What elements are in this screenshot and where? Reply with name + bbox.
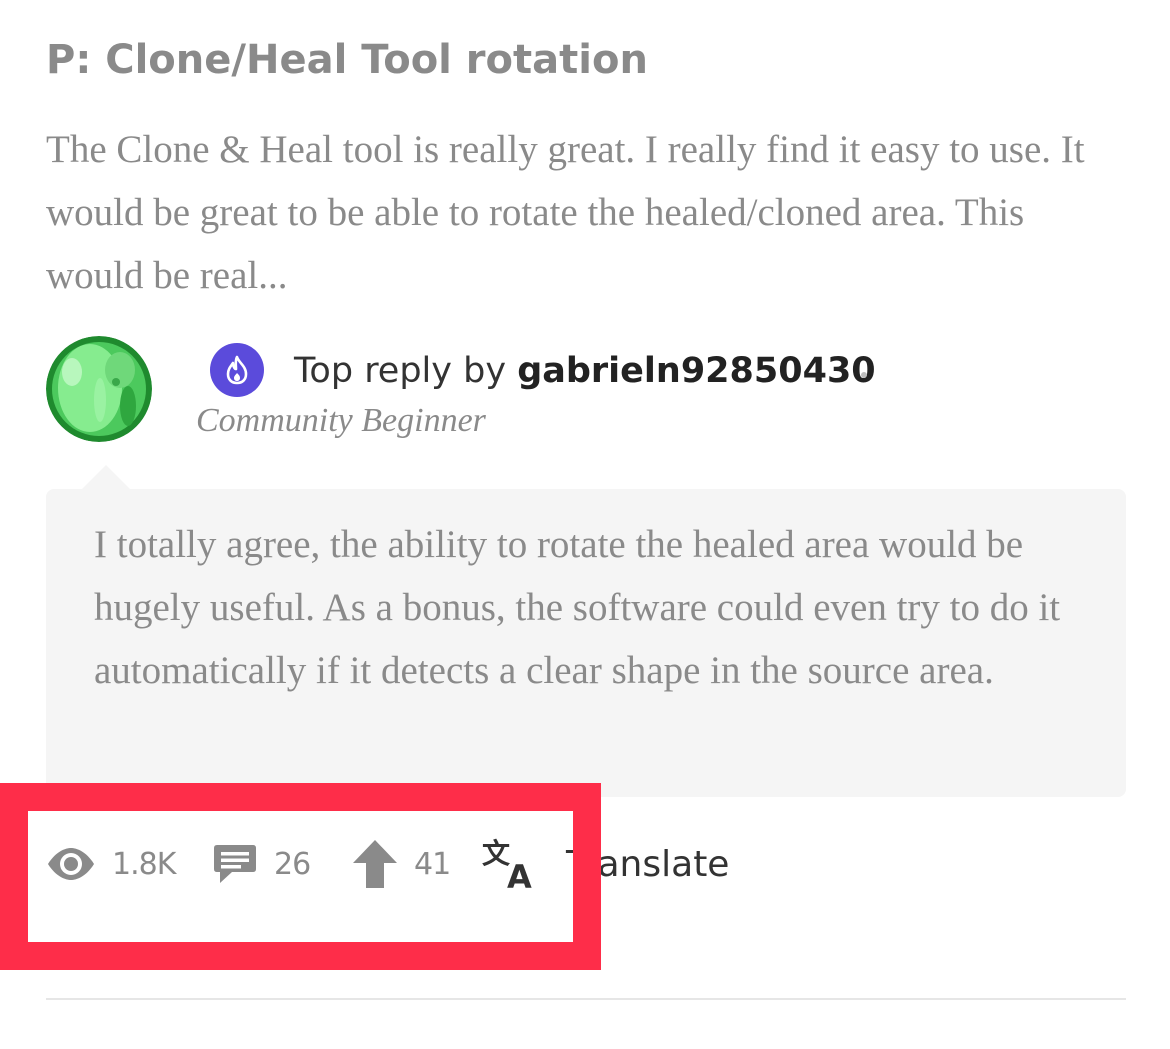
rank-badge xyxy=(210,343,264,397)
reply-username[interactable]: gabrieln92850430 xyxy=(517,351,875,391)
views-count: 1.8K xyxy=(112,846,176,882)
svg-text:A: A xyxy=(507,858,532,891)
views-stat: 1.8K xyxy=(46,834,176,894)
separator-dot xyxy=(861,372,867,378)
svg-text:文: 文 xyxy=(482,837,510,870)
post-card: P: Clone/Heal Tool rotation The Clone & … xyxy=(46,0,1126,1049)
post-excerpt[interactable]: The Clone & Heal tool is really great. I… xyxy=(46,118,1126,307)
top-reply-prefix: Top reply by xyxy=(294,351,518,391)
upvotes-count: 41 xyxy=(414,846,451,882)
top-reply-heading: Top reply by gabrieln92850430 xyxy=(294,345,876,397)
avatar[interactable] xyxy=(46,336,152,442)
comment-icon xyxy=(214,845,256,883)
upvotes-stat[interactable]: 41 xyxy=(352,834,451,894)
arrow-up-icon xyxy=(353,840,397,888)
eye-icon xyxy=(48,848,94,880)
flame-icon xyxy=(226,355,248,385)
bubble-pointer xyxy=(82,465,130,489)
user-rank: Community Beginner xyxy=(196,402,486,439)
translate-label: Translate xyxy=(566,843,730,885)
comments-stat[interactable]: 26 xyxy=(212,834,311,894)
divider xyxy=(46,998,1126,1000)
avatar-image xyxy=(46,336,152,442)
stats-bar: 1.8K 26 41 文 A Translate xyxy=(46,834,766,894)
comments-count: 26 xyxy=(274,846,311,882)
translate-button[interactable]: 文 A Translate xyxy=(482,834,729,894)
reply-bubble[interactable]: I totally agree, the ability to rotate t… xyxy=(46,465,1126,797)
reply-text: I totally agree, the ability to rotate t… xyxy=(94,523,1061,692)
post-title[interactable]: P: Clone/Heal Tool rotation xyxy=(46,32,648,88)
translate-icon: 文 A xyxy=(482,837,532,891)
